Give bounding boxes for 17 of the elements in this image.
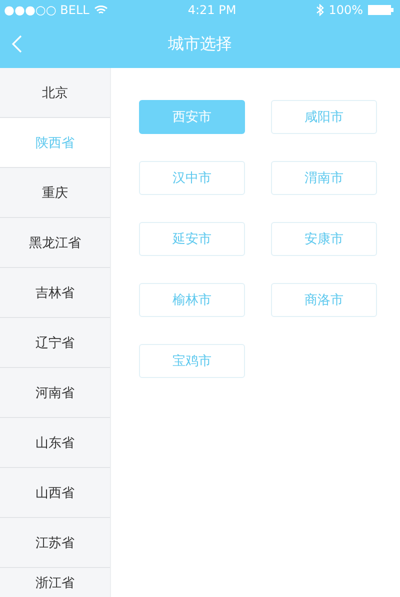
wifi-icon [94,5,108,15]
bluetooth-icon [316,4,324,16]
province-item[interactable]: 辽宁省 [0,318,110,368]
province-item[interactable]: 江苏省 [0,518,110,568]
status-time: 4:21 PM [188,3,236,17]
province-item[interactable]: 吉林省 [0,268,110,318]
province-item[interactable]: 河南省 [0,368,110,418]
battery-percent: 100% [328,3,363,17]
province-item[interactable]: 浙江省 [0,568,110,597]
battery-icon [368,5,394,15]
carrier-label: ●●●○○ BELL [4,3,90,17]
back-icon[interactable] [12,35,22,53]
province-item[interactable]: 山东省 [0,418,110,468]
page-title: 城市选择 [168,34,232,54]
province-item[interactable]: 重庆 [0,168,110,218]
province-item[interactable]: 山西省 [0,468,110,518]
province-item[interactable]: 黑龙江省 [0,218,110,268]
